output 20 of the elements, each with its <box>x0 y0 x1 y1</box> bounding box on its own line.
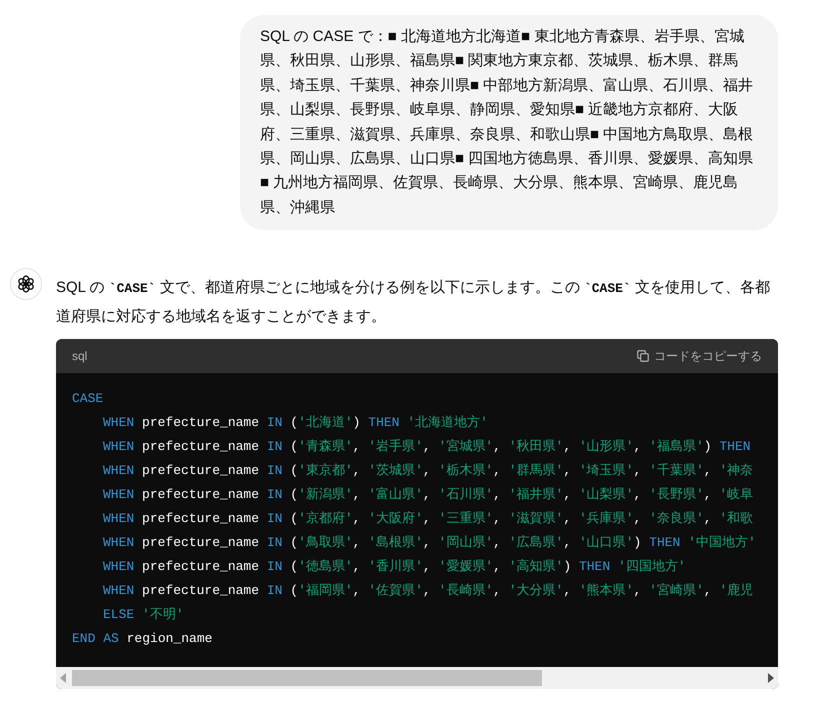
assistant-message-text: SQL の `CASE` 文で、都道府県ごとに地域を分ける例を以下に示します。この `CASE` 文を使用して、各都道府県に対応する地域名を返すことができます。 <box>56 278 771 328</box>
copy-icon <box>636 349 650 364</box>
code-line: WHEN prefecture_name IN ('徳島県', '香川県', '愛媛県', '高知県') THEN '四国地方' <box>102 558 686 576</box>
code-line: ELSE '不明' <box>102 606 184 624</box>
logo-icon <box>16 274 36 294</box>
code-language: sql <box>72 348 88 366</box>
code-line: WHEN prefecture_name IN ('東京都', '茨城県', '栃木県', '群馬県', '埼玉県', '千葉県', '神奈 <box>102 462 754 480</box>
copy-code-button[interactable]: コードをコピーする <box>636 347 762 366</box>
scroll-left-icon[interactable] <box>60 673 68 684</box>
code-line: END AS region_name <box>72 630 212 648</box>
scrollbar-thumb[interactable] <box>72 670 542 686</box>
user-message-bubble: SQL の CASE で：■ 北海道地方北海道■ 東北地方青森県、岩手県、宮城県、秋田県、山形県、福島県■ 関東地方東京都、茨城県、栃木県、群馬県、埼玉県、千葉県、神奈川県■ 中部地方新潟県、富山県、石川県、福井県、山梨県、長野県、岐阜県、静岡県、愛知県■ 近畿地方京都府、大阪府、三重県、滋賀県、兵庫県、奈良県、和歌山県■ 中国地方鳥取県、島根県、岡山県、広島県、山口県■ 四国地方徳島県、香川県、愛媛県、高知県■ 九州地方福岡県、佐賀県、長崎県、大分県、熊本県、宮崎県、鹿児島県、沖縄県 <box>240 15 778 230</box>
code-line: WHEN prefecture_name IN ('青森県', '岩手県', '宮城県', '秋田県', '山形県', '福島県') THEN <box>102 438 751 456</box>
code-line: WHEN prefecture_name IN ('新潟県', '富山県', '石川県', '福井県', '山梨県', '長野県', '岐阜 <box>102 486 754 504</box>
code-line: CASE <box>72 390 104 408</box>
code-line: WHEN prefecture_name IN ('福岡県', '佐賀県', '長崎県', '大分県', '熊本県', '宮崎県', '鹿児 <box>102 582 754 600</box>
code-line: WHEN prefecture_name IN ('北海道') THEN '北海道地方' <box>102 414 488 432</box>
code-line: WHEN prefecture_name IN ('京都府', '大阪府', '三重県', '滋賀県', '兵庫県', '奈良県', '和歌 <box>102 510 754 528</box>
code-line: WHEN prefecture_name IN ('鳥取県', '島根県', '岡山県', '広島県', '山口県') THEN '中国地方' <box>102 534 756 552</box>
scroll-right-icon[interactable] <box>766 673 774 684</box>
